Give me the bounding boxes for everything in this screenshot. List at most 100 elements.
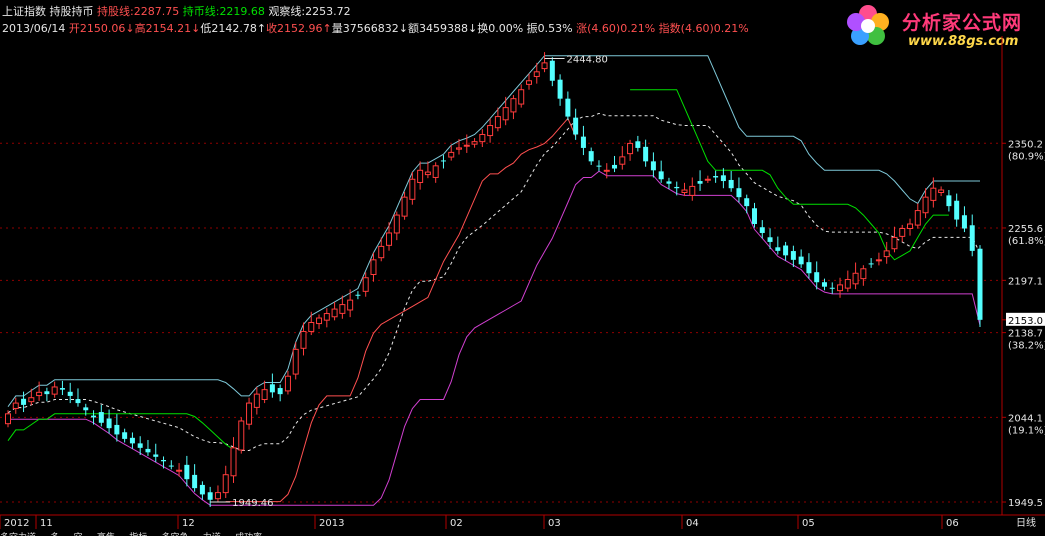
candle-body (401, 196, 408, 217)
bottom-indicator-strip: 多空力道 ... 多 ... 空 ... 高焦 ... 指标 ... 多空争 .… (0, 530, 1045, 536)
candle-body (930, 187, 937, 201)
candle-body (98, 412, 104, 423)
candle-body (253, 393, 260, 408)
candle-body (666, 181, 672, 184)
candle-body (269, 384, 275, 393)
candle-body (977, 248, 983, 320)
candle-body (261, 389, 268, 401)
candle-body (230, 447, 237, 477)
price-annotation: 2444.80 (567, 55, 608, 66)
candle-body (440, 160, 446, 162)
candle-body (222, 474, 229, 494)
candle-body (821, 282, 827, 287)
candle-body (284, 375, 291, 392)
candle-body (619, 156, 626, 165)
candle-body (510, 98, 517, 113)
candle-body (658, 171, 664, 180)
candle-body (386, 232, 393, 246)
candle-body (736, 188, 742, 198)
candle-body (720, 175, 726, 182)
watch-line (7, 112, 981, 451)
date-axis: 2012 11 12 2013 02 03 04 05 06 日线 (0, 515, 1036, 529)
candle-body (51, 386, 58, 395)
candle-body (308, 322, 315, 332)
candle-body (783, 245, 789, 256)
candle-body (502, 107, 509, 121)
candle-body (938, 189, 945, 194)
candle-body (277, 388, 283, 395)
candle-body (12, 402, 19, 409)
candle-body (697, 181, 703, 184)
stock-chart[interactable]: 2350.2(80.9%) 2255.6(61.8%) 2197.1 2153.0 21… (0, 0, 1045, 536)
candle-body (122, 432, 128, 439)
candle-body (806, 262, 812, 274)
candle-body (612, 164, 618, 169)
candle-body (153, 454, 159, 457)
price-percent-label: (80.9%) (1008, 151, 1045, 162)
candle-body (456, 147, 463, 150)
candle-body (837, 284, 844, 292)
candle-body (44, 391, 50, 395)
candle-body (596, 165, 602, 167)
candle-body (635, 141, 641, 148)
candle-body (533, 71, 540, 77)
candle-body (339, 304, 346, 314)
candle-body (331, 308, 338, 318)
date-tick-label: 2012 (4, 518, 29, 529)
candle-body (292, 348, 299, 375)
candle-body (844, 279, 851, 289)
date-tick-label: 05 (802, 518, 815, 529)
candle-body (674, 186, 680, 189)
candle-body (207, 492, 213, 500)
candle-body (448, 151, 455, 158)
candle-body (627, 142, 634, 155)
candle-body (91, 415, 97, 418)
candle-body (557, 79, 563, 99)
candle-body (580, 136, 586, 148)
candle-body (946, 195, 952, 207)
candle-body (922, 196, 929, 214)
candle-body (541, 62, 548, 70)
candle-body (362, 277, 369, 292)
candle-body (28, 397, 35, 403)
candle-body (184, 464, 190, 480)
price-tick-label: 2138.7 (1008, 329, 1043, 340)
candle-body (355, 294, 361, 296)
candle-body (650, 161, 656, 171)
candle-body (643, 146, 649, 162)
candle-body (704, 178, 711, 181)
candle-body (145, 448, 151, 453)
candle-body (129, 437, 135, 444)
price-annotations: 2444.80 1949.46 (210, 55, 608, 509)
candle-body (316, 317, 323, 325)
price-tick-label: 2350.2 (1008, 139, 1043, 150)
candle-body (759, 227, 765, 233)
candle-body (891, 236, 898, 250)
candle-body (168, 465, 174, 467)
candle-body (751, 208, 757, 225)
candle-body (573, 117, 579, 135)
candle-body (969, 225, 975, 251)
candle-body (954, 200, 960, 220)
candle-body (161, 460, 167, 462)
candle-body (518, 89, 525, 105)
candle-body (790, 251, 796, 260)
candle-body (875, 259, 882, 262)
candle-body (767, 237, 773, 242)
candle-body (463, 144, 470, 147)
candle-body (588, 151, 594, 162)
price-tick-label: 2197.1 (1008, 276, 1043, 287)
candle-body (246, 402, 253, 425)
date-tick-label: 06 (946, 518, 959, 529)
candle-body (775, 247, 781, 251)
candle-body (176, 469, 183, 472)
candle-body (67, 391, 73, 396)
candlesticks (5, 52, 983, 507)
candle-body (883, 250, 890, 258)
candle-body (106, 418, 112, 429)
candle-body (487, 125, 494, 137)
candle-body (137, 443, 143, 448)
price-percent-label: (19.1%) (1008, 425, 1045, 436)
candle-body (471, 141, 478, 145)
date-tick-label: 2013 (319, 518, 344, 529)
